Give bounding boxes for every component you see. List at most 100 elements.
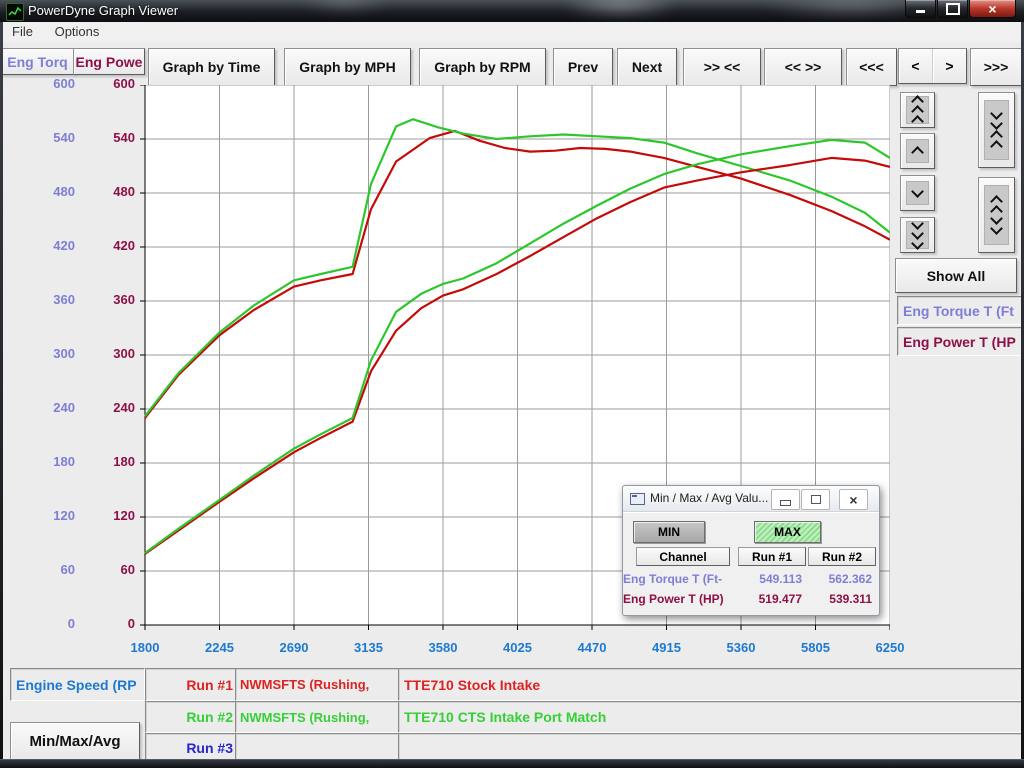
axis-tick-label: 180 xyxy=(83,454,135,469)
run2-label: Run #2 xyxy=(186,709,233,725)
triple-chevron-up-icon xyxy=(906,96,929,124)
menu-options[interactable]: Options xyxy=(46,22,109,41)
window-close-button[interactable]: × xyxy=(969,0,1016,18)
power-channel-box[interactable]: Eng Power T (HP xyxy=(897,327,1021,356)
axis-tick-label: 120 xyxy=(83,508,135,523)
minmax-avg-button[interactable]: Min/Max/Avg xyxy=(10,722,140,760)
axis-tick-label: 5805 xyxy=(786,640,846,655)
run2-name: NWMSFTS (Rushing, xyxy=(240,710,369,725)
scroll-down-button[interactable] xyxy=(900,175,935,211)
axis-tick-label: 420 xyxy=(83,238,135,253)
table-row: Eng Power T (HP) 519.477 539.311 xyxy=(623,591,879,607)
axis-tick-label: 5360 xyxy=(711,640,771,655)
run1-label-box: Run #1 xyxy=(145,668,241,701)
run2-desc: TTE710 CTS Intake Port Match xyxy=(404,709,606,725)
scroll-bottom-button[interactable] xyxy=(900,217,935,253)
run2-name-box[interactable]: NWMSFTS (Rushing, xyxy=(235,701,401,733)
torque-channel-box-label: Eng Torque T (Ft xyxy=(903,303,1014,319)
zoom-in-y-button[interactable] xyxy=(978,92,1015,168)
scroll-far-right-button[interactable]: >>> xyxy=(970,48,1021,86)
graph-by-mph-label: Graph by MPH xyxy=(299,59,395,75)
zoom-out-x-button[interactable]: << >> xyxy=(764,48,842,86)
minmax-close-button[interactable]: × xyxy=(839,489,868,510)
scroll-left-button[interactable]: < xyxy=(899,49,933,83)
graph-by-rpm-button[interactable]: Graph by RPM xyxy=(419,48,546,86)
zoom-out-x-label: << >> xyxy=(785,59,822,75)
chevron-down-icon xyxy=(906,181,929,205)
triple-chevron-down-icon xyxy=(906,221,929,249)
axis-tick-label: 240 xyxy=(83,400,135,415)
window-border-bottom xyxy=(0,759,1024,768)
axis-tick-label: 4915 xyxy=(637,640,697,655)
channel-column-label: Channel xyxy=(659,550,706,564)
zoom-in-x-button[interactable]: >> << xyxy=(683,48,761,86)
minmax-dialog-titlebar[interactable]: Min / Max / Avg Valu... × xyxy=(623,486,879,512)
run3-name-box[interactable] xyxy=(235,733,401,760)
show-all-button[interactable]: Show All xyxy=(895,258,1017,293)
graph-by-time-button[interactable]: Graph by Time xyxy=(148,48,275,86)
window-border-left xyxy=(0,22,3,760)
prev-label: Prev xyxy=(568,59,598,75)
graph-by-mph-button[interactable]: Graph by MPH xyxy=(284,48,411,86)
max-toggle-button[interactable]: MAX xyxy=(754,521,821,543)
run1-column-label: Run #1 xyxy=(752,550,792,564)
minmax-window-icon xyxy=(630,493,645,505)
torque-channel-box[interactable]: Eng Torque T (Ft xyxy=(897,296,1021,325)
run2-desc-box[interactable]: TTE710 CTS Intake Port Match xyxy=(398,701,1021,733)
scroll-up-button[interactable] xyxy=(900,133,935,169)
run1-column-header[interactable]: Run #1 xyxy=(738,547,806,566)
axis-tick-label: 3580 xyxy=(413,640,473,655)
run1-name-box[interactable]: NWMSFTS (Rushing, xyxy=(235,668,401,701)
graph-by-rpm-label: Graph by RPM xyxy=(434,59,530,75)
zoom-out-y-button[interactable] xyxy=(978,177,1015,253)
next-button[interactable]: Next xyxy=(617,48,677,86)
menu-file[interactable]: File xyxy=(3,22,42,41)
axis-tick-label: 2245 xyxy=(190,640,250,655)
client-area: Eng Torq Eng Powe Graph by Time Graph by… xyxy=(3,42,1021,760)
scroll-right-button[interactable]: > xyxy=(933,49,966,83)
titlebar-glass-glare xyxy=(560,0,680,18)
x-channel-box[interactable]: Engine Speed (RP xyxy=(10,668,145,701)
min-toggle-button[interactable]: MIN xyxy=(633,521,705,543)
run2-max-value: 562.362 xyxy=(808,572,872,586)
run2-column-header[interactable]: Run #2 xyxy=(808,547,876,566)
row-channel-name: Eng Power T (HP) xyxy=(623,592,723,606)
close-icon: × xyxy=(849,494,857,506)
axis-tick-label: 540 xyxy=(83,130,135,145)
zoom-in-x-label: >> << xyxy=(704,59,741,75)
row-channel-name: Eng Torque T (Ft- xyxy=(623,572,723,586)
run3-label-box: Run #3 xyxy=(145,733,241,760)
run1-label: Run #1 xyxy=(186,677,233,693)
run1-desc-box[interactable]: TTE710 Stock Intake xyxy=(398,668,1021,701)
scroll-right-label: > xyxy=(945,58,953,74)
titlebar-glass-glare xyxy=(300,0,390,14)
axis-tick-label: 360 xyxy=(83,292,135,307)
next-label: Next xyxy=(632,59,662,75)
window-minimize-button[interactable] xyxy=(905,0,936,18)
axis-tick-label: 480 xyxy=(83,184,135,199)
x-channel-label: Engine Speed (RP xyxy=(16,677,137,693)
minimize-icon xyxy=(916,10,925,13)
minmax-avg-label: Min/Max/Avg xyxy=(29,733,120,750)
close-icon: × xyxy=(988,2,996,16)
run2-column-label: Run #2 xyxy=(822,550,862,564)
axis-tick-label: 60 xyxy=(83,562,135,577)
prev-button[interactable]: Prev xyxy=(553,48,613,86)
minmax-maximize-button[interactable] xyxy=(801,489,830,510)
scroll-step-button-group: < > xyxy=(898,48,967,84)
run1-name: NWMSFTS (Rushing, xyxy=(240,677,369,692)
scroll-far-left-label: <<< xyxy=(859,59,884,75)
title-bar[interactable]: PowerDyne Graph Viewer × xyxy=(0,0,1024,22)
maximize-icon xyxy=(946,3,960,15)
run3-desc-box[interactable] xyxy=(398,733,1021,760)
scroll-top-button[interactable] xyxy=(900,92,935,128)
table-row: Eng Torque T (Ft- 549.113 562.362 xyxy=(623,571,879,587)
channel-column-header[interactable]: Channel xyxy=(636,547,730,566)
chevrons-outward-icon xyxy=(984,185,1009,245)
scroll-far-left-button[interactable]: <<< xyxy=(846,48,897,86)
minmax-minimize-button[interactable] xyxy=(771,489,800,510)
min-toggle-label: MIN xyxy=(658,525,680,539)
window-maximize-button[interactable] xyxy=(937,0,968,18)
graph-by-time-label: Graph by Time xyxy=(163,59,261,75)
run2-max-value: 539.311 xyxy=(808,592,872,606)
